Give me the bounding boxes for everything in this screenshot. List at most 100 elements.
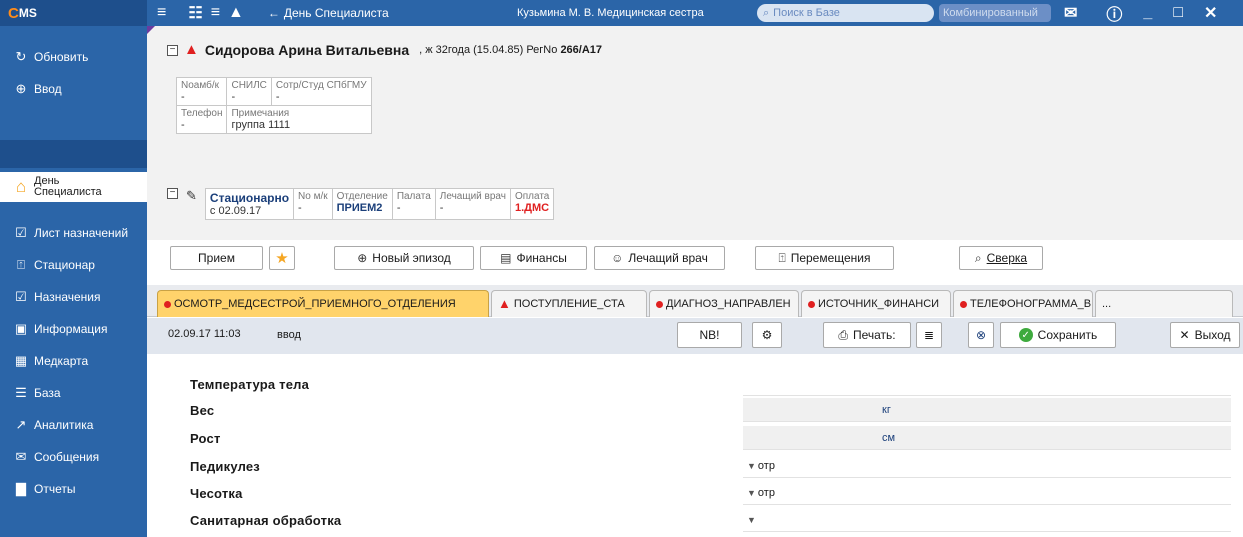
tab-phonogram[interactable]: ТЕЛЕФОНОГРАММА_В [953,290,1093,317]
nb-button[interactable]: NB! [677,322,742,348]
doctor-cell: Лечащий врач - [434,188,511,220]
print-options-button[interactable]: ≣ [916,322,942,348]
stay-type-cell: Стационарно с 02.09.17 [204,188,295,220]
attending-doctor-button[interactable]: ☺ Лечащий врач [594,246,725,270]
printer-icon: ⎙ [838,327,848,342]
tab-nurse-exam[interactable]: ОСМОТР_МЕДСЕСТРОЙ_ПРИЕМНОГО_ОТДЕЛЕНИЯ [157,290,489,317]
mail-icon: ✉ [15,449,27,464]
reconcile-button[interactable]: ⌕ Сверка [959,246,1043,270]
sidebar-item-reports[interactable]: ▇ Отчеты [0,476,147,502]
patient-name: Сидорова Арина Витальевна [204,42,410,58]
sidebar-item-medcard[interactable]: ▦ Медкарта [0,348,147,374]
sidebar-item-label: Назначения [34,290,101,304]
field-label-temperature: Температура тела [190,377,310,392]
messages-icon[interactable]: ✉ [1064,3,1077,23]
field-label-scabies: Чесотка [190,486,243,501]
app-logo: C MS [0,0,147,26]
transfers-button[interactable]: ⍐ Перемещения [755,246,894,270]
current-user: Кузьмина М. В. Медицинская сестра [517,7,704,19]
department-cell: Отделение ПРИЕМ2 [331,188,393,220]
minimize-icon[interactable]: _ [1143,4,1152,22]
tab-more[interactable]: ... [1095,290,1233,317]
sidebar-item-specialist-day[interactable]: ⌂ День Специалиста [0,172,147,202]
search-mode-select[interactable]: Комбинированный [939,4,1051,22]
tab-diagnosis[interactable]: ДИАГНОЗ_НАПРАВЛЕН [649,290,799,317]
corner-marker [147,26,155,34]
info-icon[interactable]: ⓘ [1106,1,1122,25]
report-icon: ▇ [16,481,26,496]
tab-funding-source[interactable]: ИСТОЧНИК_ФИНАНСИ [801,290,951,317]
sidebar-item-analytics[interactable]: ↗ Аналитика [0,412,147,438]
user-icon[interactable]: ▲ [228,4,244,22]
close-icon[interactable]: ✕ [1204,3,1217,23]
payment-cell: Оплата 1.ДМС [509,188,555,220]
dropdown-arrow-icon: ▼ [747,487,756,498]
collapse-icon[interactable]: − [167,188,178,199]
warning-icon: ▲ [184,41,199,58]
check-icon: ✓ [1018,328,1033,342]
grid-icon: ▦ [14,353,28,368]
document-icon: ≣ [923,328,935,342]
new-episode-button[interactable]: ⊕ Новый эпизод [334,246,474,270]
pediculosis-select[interactable]: ▼ отр [743,454,1231,478]
patient-title: − ▲ Сидорова Арина Витальевна , ж 32года… [167,42,602,58]
snils-cell: СНИЛС - [226,77,272,106]
height-input[interactable]: см [743,426,1231,450]
field-label-height: Рост [190,431,221,446]
sidebar-divider [0,140,147,168]
print-button[interactable]: ⎙ Печать: [823,322,911,348]
database-icon: ☰ [15,385,27,400]
mk-cell: No м/к - [293,188,333,220]
sidebar-item-hospital[interactable]: ⍐ Стационар [0,252,147,278]
temperature-input[interactable] [743,372,1231,396]
sidebar-item-prescription-sheet[interactable]: ☑ Лист назначений [0,220,147,246]
finance-button[interactable]: ▤ Финансы [480,246,587,270]
sanitation-select[interactable]: ▼ [743,508,1231,532]
sidebar-item-information[interactable]: ▣ Информация [0,316,147,342]
sidebar-item-database[interactable]: ☰ База [0,380,147,406]
dropdown-arrow-icon: ▼ [747,514,756,525]
sidebar-item-refresh[interactable]: ↻ Обновить [0,44,147,70]
search-icon: ⌕ [763,6,770,19]
status-dot-icon [164,300,171,308]
collapse-icon[interactable]: − [167,44,178,56]
cancel-button[interactable]: ⊗ [968,322,994,348]
stay-row: − ✎ Стационарно с 02.09.17 No м/к - Отде… [167,188,555,220]
wallet-icon: ▤ [500,251,512,265]
back-link[interactable]: ← День Специалиста [268,6,389,20]
sidebar-item-label: Лист назначений [34,226,129,240]
sidebar-item-messages[interactable]: ✉ Сообщения [0,444,147,470]
checkbox-icon: ☑ [15,289,27,304]
reception-button[interactable]: Прием [170,246,263,270]
stay-table: Стационарно с 02.09.17 No м/к - Отделени… [204,188,555,220]
sidebar-item-prescriptions[interactable]: ☑ Назначения [0,284,147,310]
maximize-icon[interactable]: □ [1173,4,1183,22]
user-icon: ☺ [611,251,624,265]
weight-unit: кг [882,403,891,416]
settings-button[interactable]: ⚙ [752,322,782,348]
save-button[interactable]: ✓ Сохранить [1000,322,1116,348]
plus-circle-icon: ⊕ [15,81,27,96]
sidebar-item-label: Аналитика [34,418,94,432]
tab-admission[interactable]: ▲ ПОСТУПЛЕНИЕ_СТА [491,290,647,317]
gear-icon: ⚙ [761,328,773,342]
edit-icon[interactable]: ✎ [186,188,197,204]
field-label-sanitation: Санитарная обработка [190,513,342,528]
status-dot-icon [960,300,967,308]
weight-input[interactable]: кг [743,398,1231,422]
back-arrow-icon: ← [267,6,280,20]
bed-icon: ⍐ [17,257,25,272]
checkbox-icon: ☑ [15,225,27,240]
favorite-button[interactable]: ★ [269,246,295,270]
sidebar-item-input[interactable]: ⊕ Ввод [0,76,147,102]
list-view-icon[interactable]: ≡ [211,4,220,22]
search-input[interactable]: ⌕ Поиск в Базе [757,4,934,22]
top-bar: ≡ ☷ ≡ ▲ ← День Специалиста Кузьмина М. В… [147,0,1243,26]
menu-icon[interactable]: ≡ [157,4,166,22]
amb-card-cell: Noамб/к - [175,77,228,106]
star-icon: ★ [275,250,289,267]
exit-button[interactable]: ✕ Выход [1170,322,1240,348]
dropdown-arrow-icon: ▼ [747,460,756,471]
grid-view-icon[interactable]: ☷ [188,3,202,23]
scabies-select[interactable]: ▼ отр [743,481,1231,505]
